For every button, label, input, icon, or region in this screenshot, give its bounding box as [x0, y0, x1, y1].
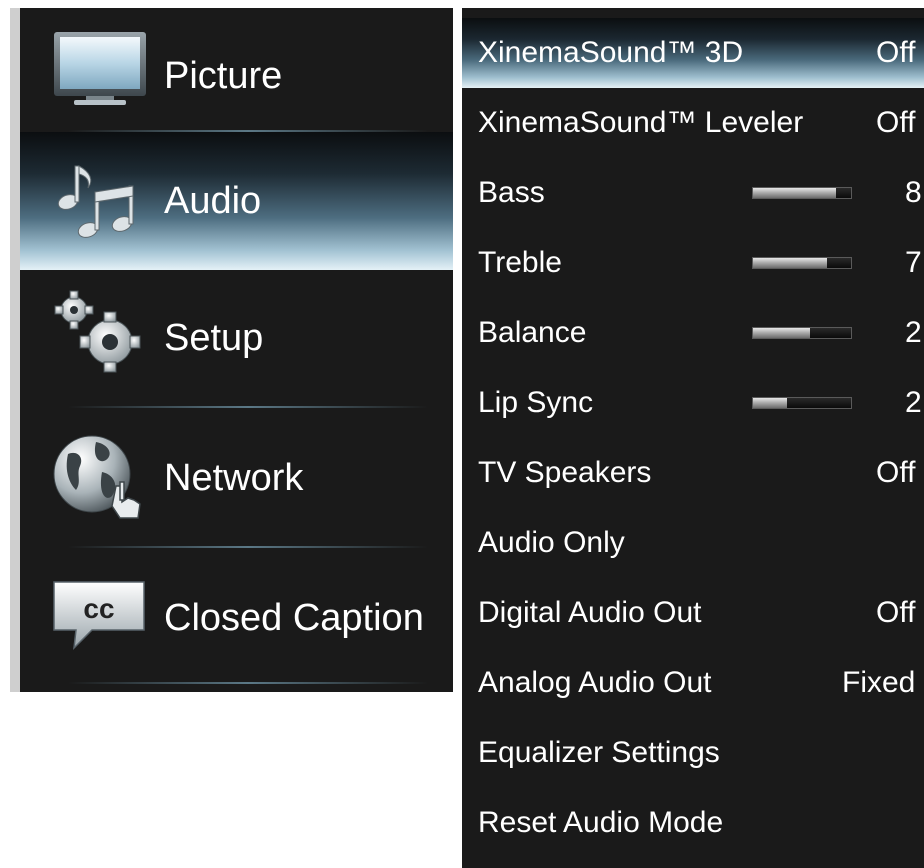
- music-notes-icon: [50, 158, 150, 244]
- slider-fill: [753, 188, 837, 198]
- bass-slider[interactable]: [752, 187, 852, 199]
- slider-fill: [753, 328, 810, 338]
- setting-label: Audio Only: [478, 526, 625, 559]
- menu-item-picture[interactable]: Picture: [20, 8, 453, 144]
- slider-fill: [753, 258, 827, 268]
- setting-value: 8: [905, 176, 922, 209]
- setting-row-bass[interactable]: Bass 8: [462, 158, 924, 228]
- setting-label: Lip Sync: [478, 386, 594, 419]
- setting-value: 7: [905, 246, 922, 279]
- setting-label: Equalizer Settings: [478, 736, 720, 769]
- setting-label: Analog Audio Out: [478, 666, 712, 699]
- menu-separator: [68, 406, 428, 408]
- balance-slider[interactable]: [752, 327, 852, 339]
- menu-label-closed-caption: Closed Caption: [164, 596, 424, 639]
- setting-label: Treble: [478, 246, 562, 279]
- menu-separator: [68, 546, 428, 548]
- main-menu-panel: Picture Audio Setup Network cc Closed Ca…: [10, 8, 453, 692]
- setting-row-xinemasound-3d[interactable]: XinemaSound™ 3D Off: [462, 18, 924, 88]
- setting-value: 2: [905, 386, 922, 419]
- setting-row-equalizer-settings[interactable]: Equalizer Settings: [462, 718, 924, 788]
- setting-row-balance[interactable]: Balance 2: [462, 298, 924, 368]
- gears-icon: [50, 288, 150, 374]
- cc-icon: cc: [50, 578, 150, 664]
- audio-settings-panel: XinemaSound™ 3D Off XinemaSound™ Leveler…: [462, 8, 924, 868]
- setting-row-xinemasound-leveler[interactable]: XinemaSound™ Leveler Off: [462, 88, 924, 158]
- setting-label: XinemaSound™ 3D: [478, 36, 744, 69]
- setting-row-analog-audio-out[interactable]: Analog Audio Out Fixed: [462, 648, 924, 718]
- treble-slider[interactable]: [752, 257, 852, 269]
- menu-item-audio[interactable]: Audio: [20, 132, 453, 270]
- setting-value: Off: [876, 106, 916, 139]
- menu-separator: [68, 682, 428, 684]
- setting-row-tv-speakers[interactable]: TV Speakers Off: [462, 438, 924, 508]
- svg-text:cc: cc: [83, 593, 114, 624]
- setting-row-treble[interactable]: Treble 7: [462, 228, 924, 298]
- setting-value: Off: [876, 456, 916, 489]
- menu-label-setup: Setup: [164, 316, 264, 359]
- menu-label-network: Network: [164, 456, 304, 499]
- setting-value: 2: [905, 316, 922, 349]
- menu-item-network[interactable]: Network: [20, 410, 453, 546]
- setting-label: TV Speakers: [478, 456, 652, 489]
- slider-fill: [753, 398, 788, 408]
- setting-label: Reset Audio Mode: [478, 806, 724, 839]
- setting-label: XinemaSound™ Leveler: [478, 106, 804, 139]
- menu-label-audio: Audio: [164, 179, 262, 222]
- setting-value: Fixed: [842, 666, 916, 699]
- setting-row-audio-only[interactable]: Audio Only: [462, 508, 924, 578]
- menu-item-setup[interactable]: Setup: [20, 270, 453, 406]
- setting-label: Digital Audio Out: [478, 596, 702, 629]
- tv-icon: [50, 30, 150, 116]
- globe-hand-icon: [50, 432, 150, 519]
- menu-item-closed-caption[interactable]: cc Closed Caption: [20, 550, 453, 686]
- setting-row-digital-audio-out[interactable]: Digital Audio Out Off: [462, 578, 924, 648]
- setting-label: Balance: [478, 316, 587, 349]
- setting-row-lip-sync[interactable]: Lip Sync 2: [462, 368, 924, 438]
- setting-value: Off: [876, 36, 916, 69]
- setting-row-reset-audio-mode[interactable]: Reset Audio Mode: [462, 788, 924, 858]
- menu-label-picture: Picture: [164, 54, 283, 97]
- setting-value: Off: [876, 596, 916, 629]
- setting-label: Bass: [478, 176, 545, 209]
- lip-sync-slider[interactable]: [752, 397, 852, 409]
